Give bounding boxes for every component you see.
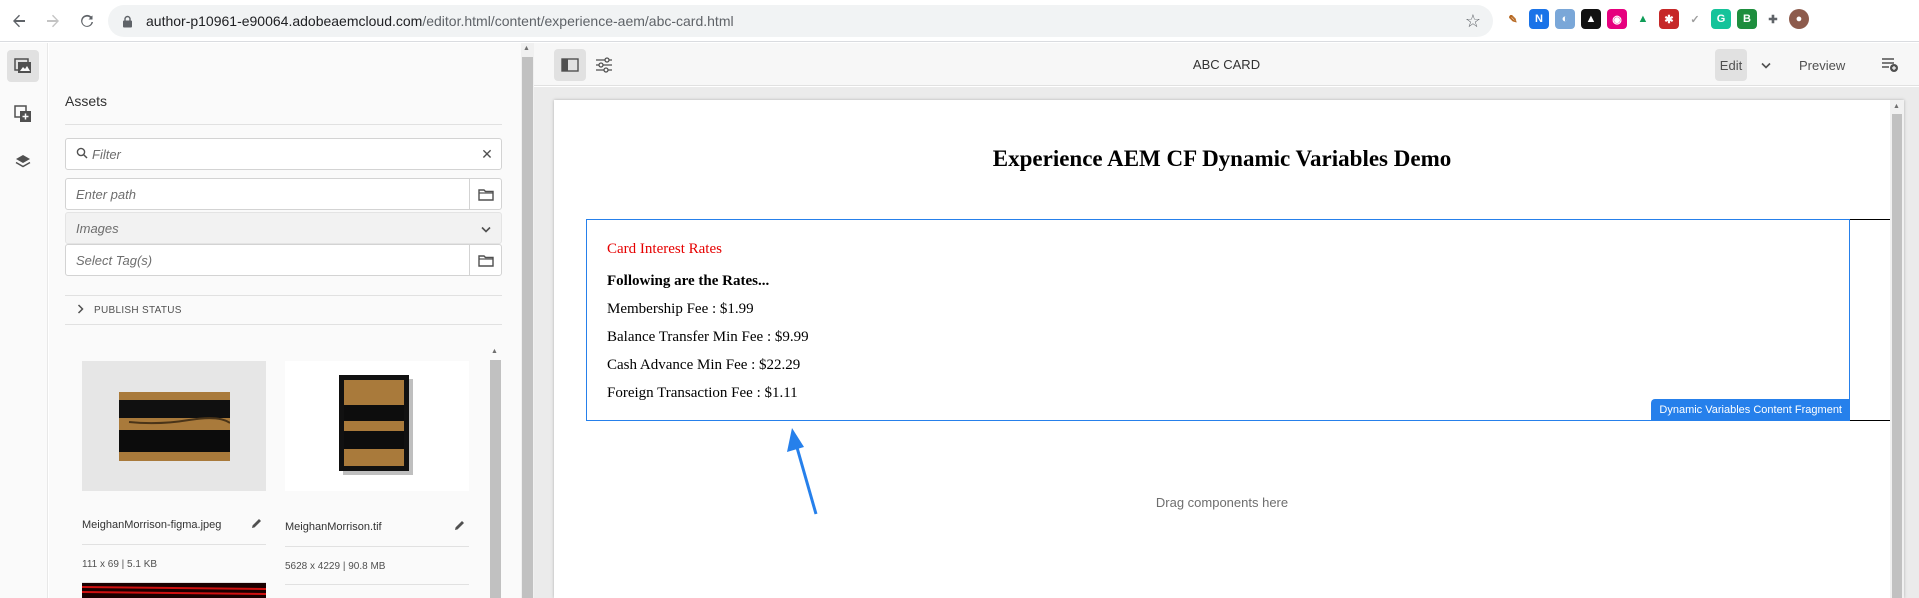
circle-extension-icon[interactable]: ◐: [1555, 9, 1575, 29]
lock-icon: [122, 14, 134, 28]
assets-panel: Assets Filter ✕ Enter path Images Select…: [49, 43, 521, 598]
n-extension-icon[interactable]: N: [1529, 9, 1549, 29]
url-path: /editor.html/content/experience-aem/abc-…: [422, 13, 734, 29]
asset-type-select[interactable]: Images: [65, 212, 502, 244]
asset-name: MeighanMorrison-figma.jpeg: [82, 519, 222, 531]
back-icon[interactable]: [4, 6, 34, 36]
url-host: author-p10961-e90064.adobeaemcloud.com: [146, 13, 423, 29]
page-frame: Experience AEM CF Dynamic Variables Demo…: [554, 100, 1904, 598]
green-b-extension-icon[interactable]: B: [1737, 9, 1757, 29]
extensions-bar: ✎ N ◐ ▲ ◉ ▲ ✱ ✓ G B ✚ ●: [1503, 9, 1809, 29]
chevron-right-icon: [77, 303, 84, 317]
asset-name: MeighanMorrison.tif: [285, 521, 382, 533]
drive-extension-icon[interactable]: ▲: [1633, 9, 1653, 29]
asset-meta: 111 x 69 | 5.1 KB: [82, 559, 158, 570]
chevron-down-icon: [471, 221, 501, 236]
divider: [82, 544, 266, 545]
address-bar[interactable]: author-p10961-e90064.adobeaemcloud.com/e…: [108, 5, 1493, 37]
asset-thumbnail[interactable]: [285, 361, 469, 491]
drop-zone-placeholder[interactable]: Drag components here: [554, 495, 1890, 510]
rate-line: Foreign Transaction Fee : $1.11: [607, 385, 798, 401]
path-input[interactable]: Enter path: [65, 178, 502, 210]
components-icon[interactable]: [7, 98, 39, 130]
asset-name-row: MeighanMorrison.tif: [285, 520, 469, 534]
red-extension-icon[interactable]: ✱: [1659, 9, 1679, 29]
scroll-up-icon[interactable]: ▲: [1893, 103, 1900, 110]
scrollbar-thumb[interactable]: [1892, 114, 1902, 598]
asset-thumbnail[interactable]: [82, 583, 266, 598]
editor-toolbar: ABC CARD Edit Preview: [534, 43, 1919, 86]
filter-placeholder: Filter: [92, 146, 121, 162]
assets-finder-icon[interactable]: [7, 50, 39, 82]
rate-line: Cash Advance Min Fee : $22.29: [607, 357, 801, 373]
asset-thumbnail[interactable]: [82, 361, 266, 491]
divider: [65, 124, 502, 125]
tags-browse-icon[interactable]: [469, 245, 501, 275]
edit-pencil-icon[interactable]: [454, 520, 465, 534]
bookmark-star-icon[interactable]: ☆: [1465, 11, 1481, 32]
page-heading: Experience AEM CF Dynamic Variables Demo: [992, 146, 1452, 171]
check-extension-icon[interactable]: ✓: [1685, 9, 1705, 29]
browser-toolbar: author-p10961-e90064.adobeaemcloud.com/e…: [0, 0, 1919, 42]
rate-line: Balance Transfer Min Fee : $9.99: [607, 329, 809, 345]
page-title: ABC CARD: [1192, 57, 1261, 72]
reload-icon[interactable]: [72, 6, 102, 36]
panel-scrollbar[interactable]: ▲: [521, 43, 534, 598]
profile-avatar-icon[interactable]: ●: [1789, 9, 1809, 29]
rate-line: Membership Fee : $1.99: [607, 301, 754, 317]
publish-status-toggle[interactable]: PUBLISH STATUS: [65, 295, 502, 325]
editor-canvas: Experience AEM CF Dynamic Variables Demo…: [534, 87, 1919, 598]
content-tree-icon[interactable]: [7, 146, 39, 178]
scroll-up-icon[interactable]: ▲: [523, 45, 530, 52]
asset-card[interactable]: MeighanMorrison.tif 5628 x 4229 | 90.8 M…: [285, 361, 469, 585]
clear-filter-icon[interactable]: ✕: [473, 146, 501, 163]
scrollbar-thumb[interactable]: [522, 57, 533, 598]
scrollbar-thumb[interactable]: [490, 360, 501, 598]
forward-icon[interactable]: [38, 6, 68, 36]
assets-panel-title: Assets: [65, 93, 108, 109]
cbs-extension-icon[interactable]: ◉: [1607, 9, 1627, 29]
preview-mode-button[interactable]: Preview: [1791, 49, 1853, 81]
hat-extension-icon[interactable]: ▲: [1581, 9, 1601, 29]
edit-mode-button[interactable]: Edit: [1715, 49, 1747, 81]
path-placeholder: Enter path: [76, 186, 136, 202]
assets-scrollbar[interactable]: ▲: [489, 348, 502, 598]
scroll-up-icon[interactable]: ▲: [491, 348, 498, 355]
asset-card[interactable]: MeighanMorrison-figma.jpeg 111 x 69 | 5.…: [82, 361, 266, 583]
frame-scrollbar[interactable]: ▲: [1890, 100, 1904, 598]
asset-meta: 5628 x 4229 | 90.8 MB: [285, 561, 386, 572]
component-label-badge[interactable]: Dynamic Variables Content Fragment: [1651, 399, 1850, 421]
side-rail: [0, 43, 48, 598]
asset-name-row: MeighanMorrison-figma.jpeg: [82, 518, 266, 532]
folder-browse-icon[interactable]: [469, 179, 501, 209]
divider: [285, 546, 469, 547]
publish-status-label: PUBLISH STATUS: [94, 304, 182, 316]
mode-chevron-down-icon[interactable]: [1751, 49, 1781, 81]
filter-input[interactable]: Filter ✕: [65, 138, 502, 170]
fragment-title: Card Interest Rates: [607, 241, 722, 257]
publish-workflow-icon[interactable]: [1874, 49, 1906, 81]
pen-extension-icon[interactable]: ✎: [1503, 9, 1523, 29]
tags-placeholder: Select Tag(s): [76, 252, 153, 268]
grammarly-extension-icon[interactable]: G: [1711, 9, 1731, 29]
search-icon: [76, 147, 88, 162]
divider: [285, 584, 469, 585]
tags-input[interactable]: Select Tag(s): [65, 244, 502, 276]
fragment-subtitle: Following are the Rates...: [607, 273, 770, 289]
edit-pencil-icon[interactable]: [251, 518, 262, 532]
puzzle-extension-icon[interactable]: ✚: [1763, 9, 1783, 29]
content-fragment-component[interactable]: Card Interest Rates Following are the Ra…: [586, 219, 1850, 421]
asset-type-value: Images: [76, 220, 119, 236]
